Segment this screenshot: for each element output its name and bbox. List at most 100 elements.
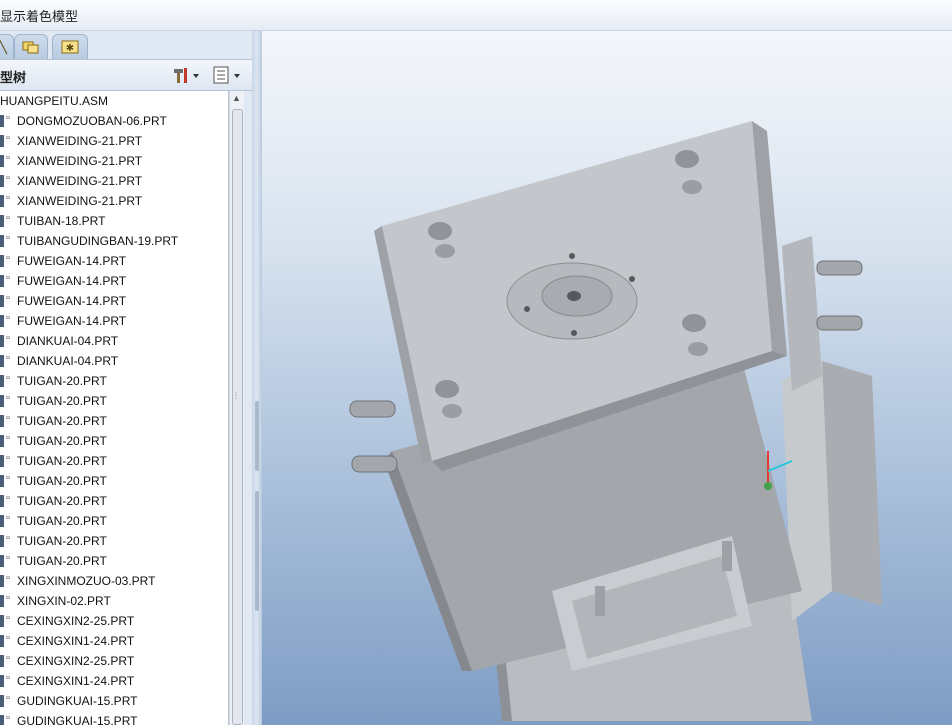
part-icon: ▫ (6, 692, 10, 704)
tree-item[interactable]: ▫ TUIGAN-20.PRT (0, 451, 228, 471)
tree-branch-marker (0, 335, 4, 347)
tree-item[interactable]: ▫ CEXINGXIN2-25.PRT (0, 651, 228, 671)
bolt-hole (571, 330, 577, 336)
tree-item[interactable]: ▫ TUIGAN-20.PRT (0, 431, 228, 451)
tree-item[interactable]: ▫ TUIGAN-20.PRT (0, 471, 228, 491)
tree-item[interactable]: ▫ XINGXIN-02.PRT (0, 591, 228, 611)
folder-icon (22, 39, 40, 59)
model-tree[interactable]: HUANGPEITU.ASM ▫ DONGMOZUOBAN-06.PRT ▫ XIAN… (0, 91, 229, 725)
tree-branch-marker (0, 315, 4, 327)
tree-root[interactable]: HUANGPEITU.ASM (0, 91, 228, 111)
tree-item[interactable]: ▫ TUIGAN-20.PRT (0, 391, 228, 411)
part-icon: ▫ (6, 452, 10, 464)
tree-branch-marker (0, 175, 4, 187)
tree-item-label: XIANWEIDING-21.PRT (17, 134, 143, 148)
tree-item-label: CEXINGXIN1-24.PRT (17, 634, 135, 648)
tree-branch-marker (0, 615, 4, 627)
tree-branch-marker (0, 295, 4, 307)
tree-item[interactable]: ▫ DIANKUAI-04.PRT (0, 331, 228, 351)
tree-item[interactable]: ▫ CEXINGXIN1-24.PRT (0, 631, 228, 651)
tree-branch-marker (0, 395, 4, 407)
tree-item[interactable]: ▫ FUWEIGAN-14.PRT (0, 291, 228, 311)
tree-item[interactable]: ▫ CEXINGXIN1-24.PRT (0, 671, 228, 691)
part-icon: ▫ (6, 292, 10, 304)
tree-item[interactable]: ▫ FUWEIGAN-14.PRT (0, 271, 228, 291)
graphics-viewport[interactable] (262, 31, 952, 725)
tree-item[interactable]: ▫ TUIGAN-20.PRT (0, 371, 228, 391)
tree-item-label: TUIGAN-20.PRT (17, 454, 107, 468)
tree-item[interactable]: ▫ TUIGAN-20.PRT (0, 491, 228, 511)
counterbore-hole (442, 404, 462, 418)
guide-pin (595, 586, 605, 616)
svg-text:✱: ✱ (66, 43, 74, 54)
tree-item[interactable]: ▫ XIANWEIDING-21.PRT (0, 151, 228, 171)
tree-branch-marker (0, 695, 4, 707)
tree-item-label: DIANKUAI-04.PRT (17, 334, 119, 348)
tree-branch-marker (0, 375, 4, 387)
tree-item-label: TUIBANGUDINGBAN-19.PRT (17, 234, 179, 248)
show-dropdown-button[interactable] (212, 65, 244, 85)
tree-item[interactable]: ▫ TUIGAN-20.PRT (0, 511, 228, 531)
part-icon: ▫ (6, 332, 10, 344)
tree-item-label: CEXINGXIN2-25.PRT (17, 614, 135, 628)
mold-assembly-model (349, 121, 882, 721)
tree-item[interactable]: ▫ XIANWEIDING-21.PRT (0, 131, 228, 151)
part-icon: ▫ (6, 472, 10, 484)
tree-item[interactable]: ▫ DIANKUAI-04.PRT (0, 351, 228, 371)
tree-scrollbar[interactable]: ▲ ⋮ (229, 91, 244, 725)
tree-item-label: GUDINGKUAI-15.PRT (17, 694, 138, 708)
guide-pin (722, 541, 732, 571)
tree-item[interactable]: ▫ CEXINGXIN2-25.PRT (0, 611, 228, 631)
tree-item[interactable]: ▫ XINGXINMOZUO-03.PRT (0, 571, 228, 591)
z-axis-origin (764, 482, 772, 490)
bolt-hole (629, 276, 635, 282)
part-icon: ▫ (6, 212, 10, 224)
tree-branch-marker (0, 135, 4, 147)
tree-item-label: TUIGAN-20.PRT (17, 534, 107, 548)
counterbore-hole (428, 222, 452, 240)
splitter-handle[interactable] (255, 491, 259, 611)
part-icon: ▫ (6, 272, 10, 284)
tree-item-label: GUDINGKUAI-15.PRT (17, 714, 138, 725)
tree-item[interactable]: ▫ TUIGAN-20.PRT (0, 411, 228, 431)
navigator-panel: ╲ ✱ 型树 HUANGPEITU.ASM ▫ DONGMOZUOBAN-06.… (0, 31, 252, 725)
navigator-tabs: ╲ ✱ (0, 31, 252, 59)
tab-model-tree[interactable]: ╲ (0, 34, 14, 59)
counterbore-hole (435, 380, 459, 398)
tab-favorites[interactable]: ✱ (52, 34, 88, 59)
scroll-up-arrow-icon[interactable]: ▲ (232, 93, 241, 103)
tree-item[interactable]: ▫ TUIBAN-18.PRT (0, 211, 228, 231)
part-icon: ▫ (6, 632, 10, 644)
tree-branch-marker (0, 235, 4, 247)
tree-branch-marker (0, 275, 4, 287)
part-icon: ▫ (6, 612, 10, 624)
part-icon: ▫ (6, 652, 10, 664)
tree-item[interactable]: ▫ TUIBANGUDINGBAN-19.PRT (0, 231, 228, 251)
panel-splitter[interactable] (252, 31, 262, 725)
tree-branch-marker (0, 115, 4, 127)
tree-item[interactable]: ▫ GUDINGKUAI-15.PRT (0, 691, 228, 711)
tree-item[interactable]: ▫ FUWEIGAN-14.PRT (0, 311, 228, 331)
tree-branch-marker (0, 455, 4, 467)
hammer-settings-icon (174, 68, 199, 83)
tree-item-label: TUIGAN-20.PRT (17, 414, 107, 428)
part-icon: ▫ (6, 352, 10, 364)
tree-item[interactable]: ▫ DONGMOZUOBAN-06.PRT (0, 111, 228, 131)
tree-item[interactable]: ▫ TUIGAN-20.PRT (0, 551, 228, 571)
part-icon: ▫ (6, 552, 10, 564)
tree-item[interactable]: ▫ GUDINGKUAI-15.PRT (0, 711, 228, 725)
scrollbar-thumb[interactable] (232, 109, 243, 725)
tree-item[interactable]: ▫ XIANWEIDING-21.PRT (0, 191, 228, 211)
tree-item-label: TUIGAN-20.PRT (17, 494, 107, 508)
splitter-handle[interactable] (255, 401, 259, 471)
tree-item[interactable]: ▫ XIANWEIDING-21.PRT (0, 171, 228, 191)
model-tree-header: 型树 (0, 59, 252, 91)
part-icon: ▫ (6, 192, 10, 204)
settings-dropdown-button[interactable] (172, 65, 202, 85)
tree-item[interactable]: ▫ TUIGAN-20.PRT (0, 531, 228, 551)
tree-branch-marker (0, 195, 4, 207)
tree-item[interactable]: ▫ FUWEIGAN-14.PRT (0, 251, 228, 271)
part-icon: ▫ (6, 312, 10, 324)
tab-folder-browser[interactable] (14, 34, 48, 59)
tree-item-label: DIANKUAI-04.PRT (17, 354, 119, 368)
